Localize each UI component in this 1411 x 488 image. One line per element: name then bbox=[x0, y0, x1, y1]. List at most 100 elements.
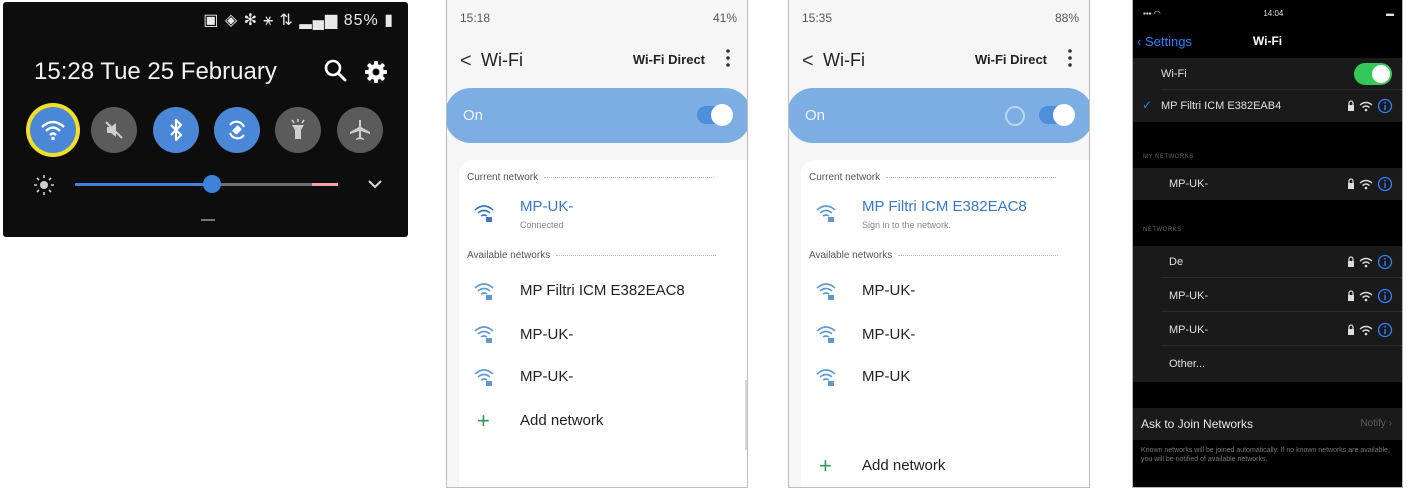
more-options-icon[interactable] bbox=[725, 48, 731, 68]
airplane-tile[interactable] bbox=[337, 107, 383, 153]
wifi-icon bbox=[41, 120, 65, 141]
network-item[interactable]: MP-UK- bbox=[862, 326, 915, 343]
current-network-name[interactable]: MP-UK- bbox=[520, 198, 573, 215]
sound-tile[interactable] bbox=[91, 107, 137, 153]
wifi-direct-button[interactable]: Wi-Fi Direct bbox=[975, 52, 1047, 67]
switch-knob bbox=[1053, 104, 1075, 126]
network-row[interactable]: De bbox=[1133, 246, 1402, 278]
ask-to-join-footnote: Known networks will be joined automatica… bbox=[1141, 447, 1390, 463]
page-title: Wi-Fi bbox=[1252, 34, 1283, 48]
lock-wifi-info-icons[interactable] bbox=[1346, 176, 1394, 192]
networks-card bbox=[459, 160, 747, 487]
auto-rotate-icon bbox=[228, 120, 246, 140]
brightness-slider[interactable] bbox=[75, 175, 315, 193]
gear-icon[interactable] bbox=[363, 59, 389, 85]
current-network-name[interactable]: MP Filtri ICM E382EAC8 bbox=[862, 198, 1027, 215]
network-name: MP-UK- bbox=[1169, 178, 1209, 190]
wifi-label: Wi-Fi bbox=[1161, 68, 1187, 80]
chevron-down-icon[interactable] bbox=[365, 176, 385, 192]
bluetooth-tile[interactable] bbox=[153, 107, 199, 153]
on-label: On bbox=[805, 107, 826, 124]
back-button[interactable]: < bbox=[460, 50, 472, 73]
status-time: 15:35 bbox=[802, 11, 833, 25]
networks-header: NETWORKS bbox=[1143, 227, 1182, 233]
section-label: Available networks bbox=[467, 250, 551, 261]
wifi-secure-icon bbox=[816, 326, 836, 343]
status-time: 14:04 bbox=[1263, 9, 1284, 18]
my-networks-group: MP-UK- bbox=[1133, 168, 1402, 200]
ios-wifi-screen: ▪▪▪ ◠ 14:04 ▬ ‹ Settings Wi-Fi Wi-Fi ✓ M… bbox=[1132, 0, 1403, 488]
other-network-row[interactable]: Other... bbox=[1133, 348, 1402, 380]
bluetooth-icon bbox=[170, 118, 183, 142]
my-networks-header: MY NETWORKS bbox=[1143, 154, 1194, 160]
back-button[interactable]: < bbox=[802, 50, 814, 73]
status-bar: ▪▪▪ ◠ 14:04 ▬ bbox=[1143, 9, 1394, 18]
page-title: Wi-Fi bbox=[481, 50, 523, 70]
current-network-status: Connected bbox=[520, 220, 564, 230]
section-label: Current network bbox=[467, 172, 539, 183]
network-item[interactable]: MP-UK- bbox=[862, 282, 915, 299]
battery-icon: ▬ bbox=[1386, 9, 1394, 18]
brightness-thumb[interactable] bbox=[202, 175, 221, 193]
checkmark-icon: ✓ bbox=[1142, 98, 1153, 112]
ask-value-text: Notify bbox=[1360, 418, 1386, 429]
network-name: MP-UK- bbox=[1169, 324, 1209, 336]
ask-to-join-label: Ask to Join Networks bbox=[1141, 417, 1254, 431]
more-options-icon[interactable] bbox=[1067, 48, 1073, 68]
network-row[interactable]: MP-UK- bbox=[1133, 280, 1402, 312]
add-network-button[interactable]: Add network bbox=[520, 412, 603, 429]
add-network-button[interactable]: Add network bbox=[862, 457, 945, 474]
wifi-secure-icon bbox=[474, 205, 494, 222]
lock-wifi-info-icons[interactable] bbox=[1346, 322, 1394, 338]
page-title: Wi-Fi bbox=[823, 50, 865, 70]
status-bar: 15:18 41% bbox=[460, 11, 737, 25]
network-row[interactable]: MP-UK- bbox=[1133, 314, 1402, 346]
scrollbar[interactable] bbox=[745, 380, 747, 450]
on-label: On bbox=[463, 107, 484, 124]
quick-settings-panel: ▣ ◈ ✻ ⚹ ⇅ ▂▄▆ 85% ▮ 15:28 Tue 25 Februar… bbox=[3, 2, 408, 237]
current-network-status: Sign in to the network. bbox=[862, 220, 952, 230]
ask-to-join-row[interactable]: Ask to Join Networks Notify › bbox=[1133, 408, 1402, 440]
wifi-master-toggle-bar[interactable]: On bbox=[447, 88, 747, 143]
battery-percent: 85% bbox=[343, 12, 379, 29]
wifi-group: Wi-Fi ✓ MP Filtri ICM E382EAB4 bbox=[1133, 58, 1402, 122]
ask-to-join-value: Notify › bbox=[1360, 418, 1392, 429]
android-wifi-screen-sign-in: 15:35 88% < Wi-Fi Wi-Fi Direct On Curren… bbox=[788, 0, 1090, 488]
divider bbox=[544, 176, 715, 178]
lock-wifi-info-icons[interactable] bbox=[1346, 254, 1394, 270]
wifi-switch[interactable] bbox=[1354, 63, 1392, 85]
search-icon[interactable] bbox=[323, 58, 349, 84]
divider bbox=[1161, 311, 1402, 312]
wifi-toggle-row[interactable]: Wi-Fi bbox=[1133, 58, 1402, 90]
status-bar: ▣ ◈ ✻ ⚹ ⇅ ▂▄▆ 85% ▮ bbox=[203, 10, 394, 30]
wifi-tile[interactable] bbox=[30, 107, 76, 153]
network-item[interactable]: MP Filtri ICM E382EAC8 bbox=[520, 282, 685, 299]
wifi-switch[interactable] bbox=[697, 104, 733, 126]
network-item[interactable]: MP-UK bbox=[862, 368, 910, 385]
mute-icon bbox=[105, 121, 123, 139]
drag-handle[interactable] bbox=[201, 219, 215, 221]
network-item[interactable]: MP-UK- bbox=[520, 326, 573, 343]
network-item[interactable]: MP-UK- bbox=[520, 368, 573, 385]
wifi-direct-button[interactable]: Wi-Fi Direct bbox=[633, 52, 705, 67]
lock-wifi-info-icons[interactable] bbox=[1346, 98, 1394, 114]
add-icon: + bbox=[819, 453, 832, 478]
current-network-header: Current network bbox=[467, 172, 715, 183]
network-row[interactable]: MP-UK- bbox=[1133, 168, 1402, 200]
auto-rotate-tile[interactable] bbox=[214, 107, 260, 153]
current-network-header: Current network bbox=[809, 172, 1057, 183]
status-bar: 15:35 88% bbox=[802, 11, 1079, 25]
flashlight-tile[interactable] bbox=[275, 107, 321, 153]
wifi-switch[interactable] bbox=[1039, 104, 1075, 126]
network-name: De bbox=[1169, 256, 1184, 268]
switch-knob bbox=[711, 104, 733, 126]
network-name: MP-UK- bbox=[1169, 290, 1209, 302]
wifi-master-toggle-bar[interactable]: On bbox=[789, 88, 1089, 143]
flashlight-icon bbox=[291, 119, 305, 139]
lock-wifi-info-icons[interactable] bbox=[1346, 288, 1394, 304]
connected-network-row[interactable]: ✓ MP Filtri ICM E382EAB4 bbox=[1133, 90, 1402, 122]
section-label: Available networks bbox=[809, 250, 893, 261]
wifi-secure-icon bbox=[474, 369, 494, 386]
status-time: 15:18 bbox=[460, 11, 491, 25]
divider bbox=[886, 176, 1057, 178]
